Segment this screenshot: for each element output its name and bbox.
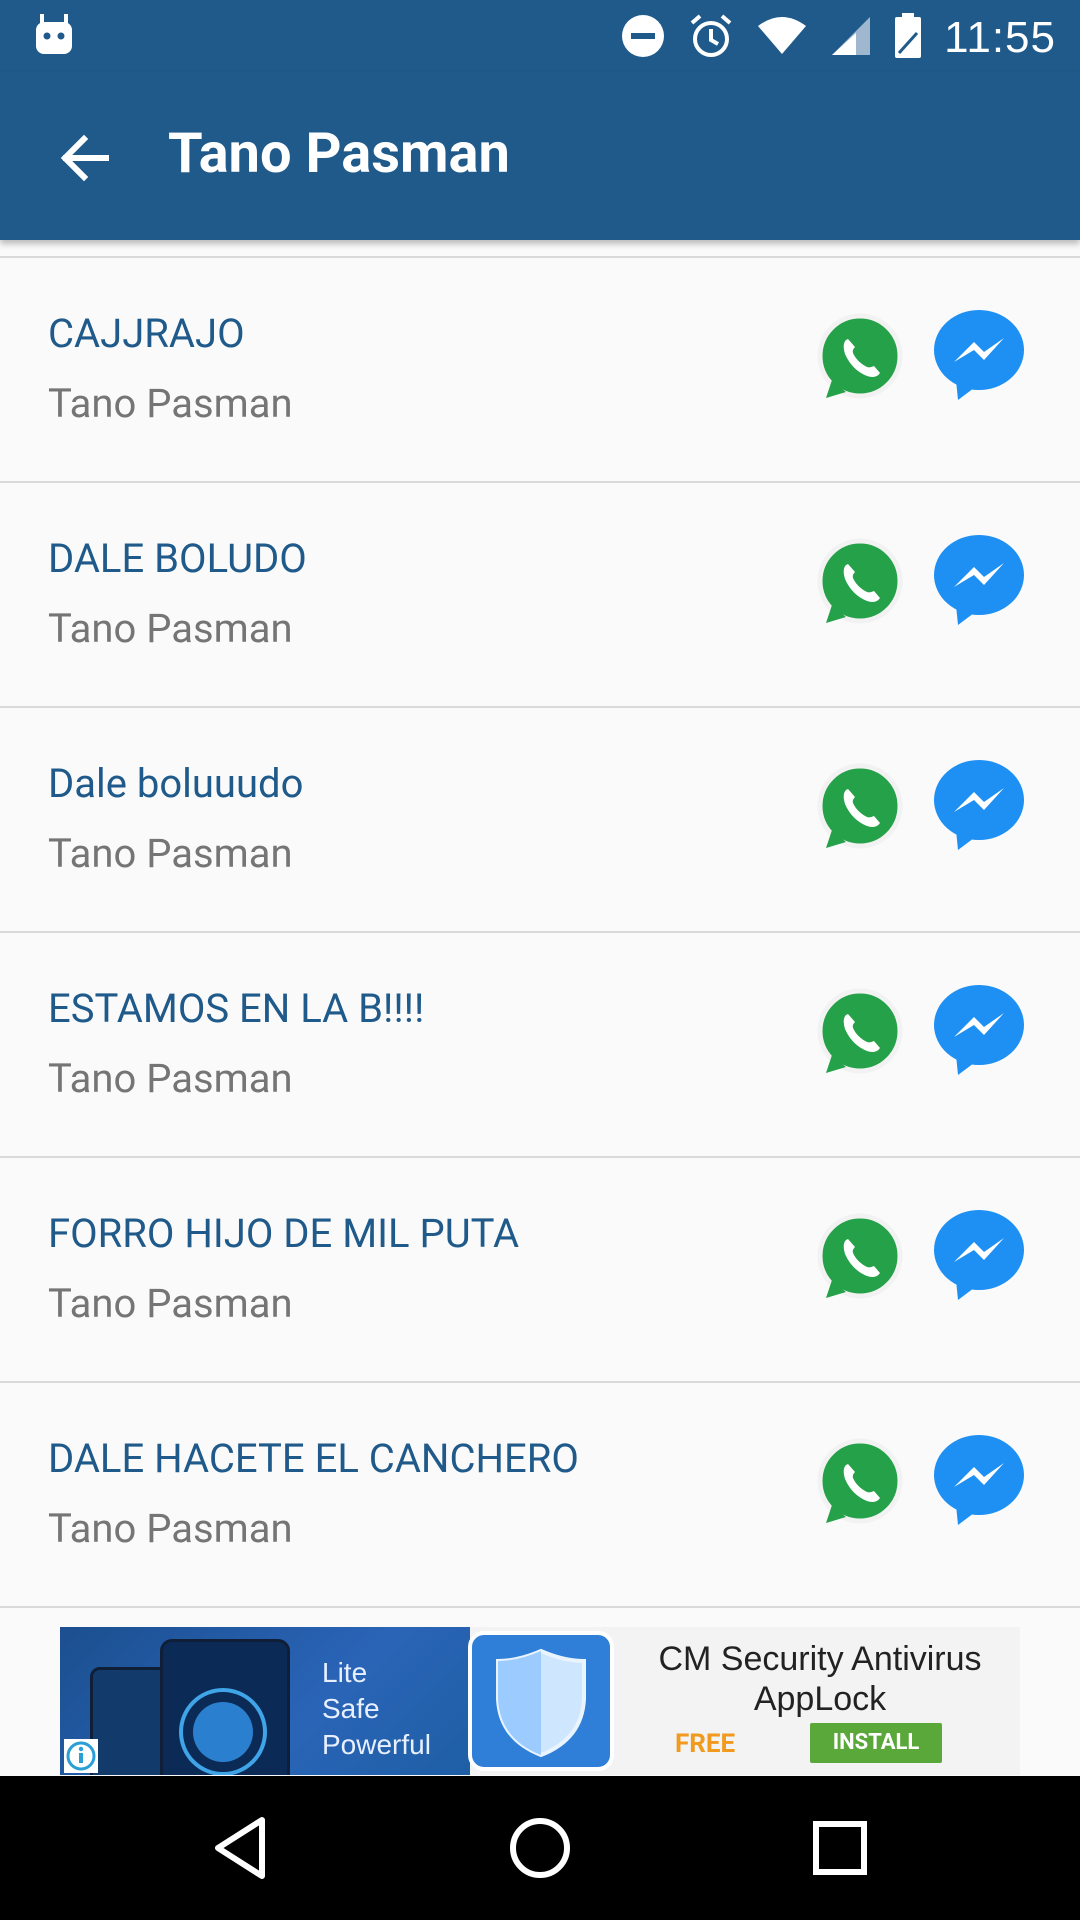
messenger-icon[interactable] <box>932 1433 1026 1527</box>
list-item[interactable]: DALE BOLUDO Tano Pasman <box>0 483 1080 708</box>
navigation-bar <box>0 1776 1080 1920</box>
list-item[interactable]: CAJJRAJO Tano Pasman <box>0 258 1080 483</box>
back-triangle-icon[interactable] <box>204 1812 276 1884</box>
whatsapp-icon[interactable] <box>812 1210 908 1306</box>
ad-promo-image: Lite Safe Powerful <box>60 1627 470 1775</box>
promo-line: Safe <box>322 1693 380 1724</box>
item-title: DALE BOLUDO <box>48 535 307 582</box>
item-subtitle: Tano Pasman <box>48 380 293 427</box>
messenger-icon[interactable] <box>932 758 1026 852</box>
ad-promo-text: Lite Safe Powerful <box>322 1655 431 1763</box>
item-title: Dale boluuudo <box>48 760 304 807</box>
app-logo <box>468 1631 614 1771</box>
alarm-icon <box>688 13 734 63</box>
ad-banner[interactable]: Lite Safe Powerful CM Security Antivirus… <box>60 1627 1020 1775</box>
list-item[interactable]: ESTAMOS EN LA B!!!! Tano Pasman <box>0 933 1080 1158</box>
messenger-icon[interactable] <box>932 533 1026 627</box>
item-title: ESTAMOS EN LA B!!!! <box>48 985 425 1032</box>
item-subtitle: Tano Pasman <box>48 1280 293 1327</box>
promo-line: Lite <box>322 1657 368 1688</box>
item-subtitle: Tano Pasman <box>48 605 293 652</box>
whatsapp-icon[interactable] <box>812 535 908 631</box>
do-not-disturb-icon <box>620 13 666 63</box>
battery-icon <box>894 13 922 63</box>
status-bar: 11:55 <box>0 0 1080 72</box>
list-item[interactable]: DALE HACETE EL CANCHERO Tano Pasman <box>0 1383 1080 1608</box>
item-subtitle: Tano Pasman <box>48 1505 293 1552</box>
back-arrow-icon[interactable] <box>56 130 112 186</box>
list-item[interactable]: Dale boluuudo Tano Pasman <box>0 708 1080 933</box>
messenger-icon[interactable] <box>932 983 1026 1077</box>
app-bar: Tano Pasman <box>0 72 1080 240</box>
android-robot-icon <box>34 14 74 60</box>
messenger-icon[interactable] <box>932 1208 1026 1302</box>
sound-list: CAJJRAJO Tano Pasman DALE BOLUDO Tano Pa… <box>0 240 1080 1608</box>
whatsapp-icon[interactable] <box>812 1435 908 1531</box>
install-button[interactable]: INSTALL <box>810 1723 942 1763</box>
ad-app-name: CM Security Antivirus AppLock <box>658 1640 982 1718</box>
whatsapp-icon[interactable] <box>812 760 908 856</box>
promo-line: Powerful <box>322 1729 431 1760</box>
status-time: 11:55 <box>944 13 1056 62</box>
signal-icon <box>830 15 872 61</box>
info-icon[interactable] <box>64 1739 98 1773</box>
item-title: FORRO HIJO DE MIL PUTA <box>48 1210 520 1257</box>
phone-graphic <box>160 1639 290 1775</box>
page-title: Tano Pasman <box>168 120 510 186</box>
whatsapp-icon[interactable] <box>812 310 908 406</box>
wifi-icon <box>756 16 808 60</box>
whatsapp-icon[interactable] <box>812 985 908 1081</box>
home-circle-icon[interactable] <box>504 1812 576 1884</box>
list-item[interactable]: FORRO HIJO DE MIL PUTA Tano Pasman <box>0 1158 1080 1383</box>
item-title: DALE HACETE EL CANCHERO <box>48 1435 579 1482</box>
divider <box>0 240 1080 258</box>
messenger-icon[interactable] <box>932 308 1026 402</box>
item-title: CAJJRAJO <box>48 310 245 357</box>
recents-square-icon[interactable] <box>804 1812 876 1884</box>
ad-price: FREE <box>675 1729 736 1759</box>
item-subtitle: Tano Pasman <box>48 830 293 877</box>
item-subtitle: Tano Pasman <box>48 1055 293 1102</box>
